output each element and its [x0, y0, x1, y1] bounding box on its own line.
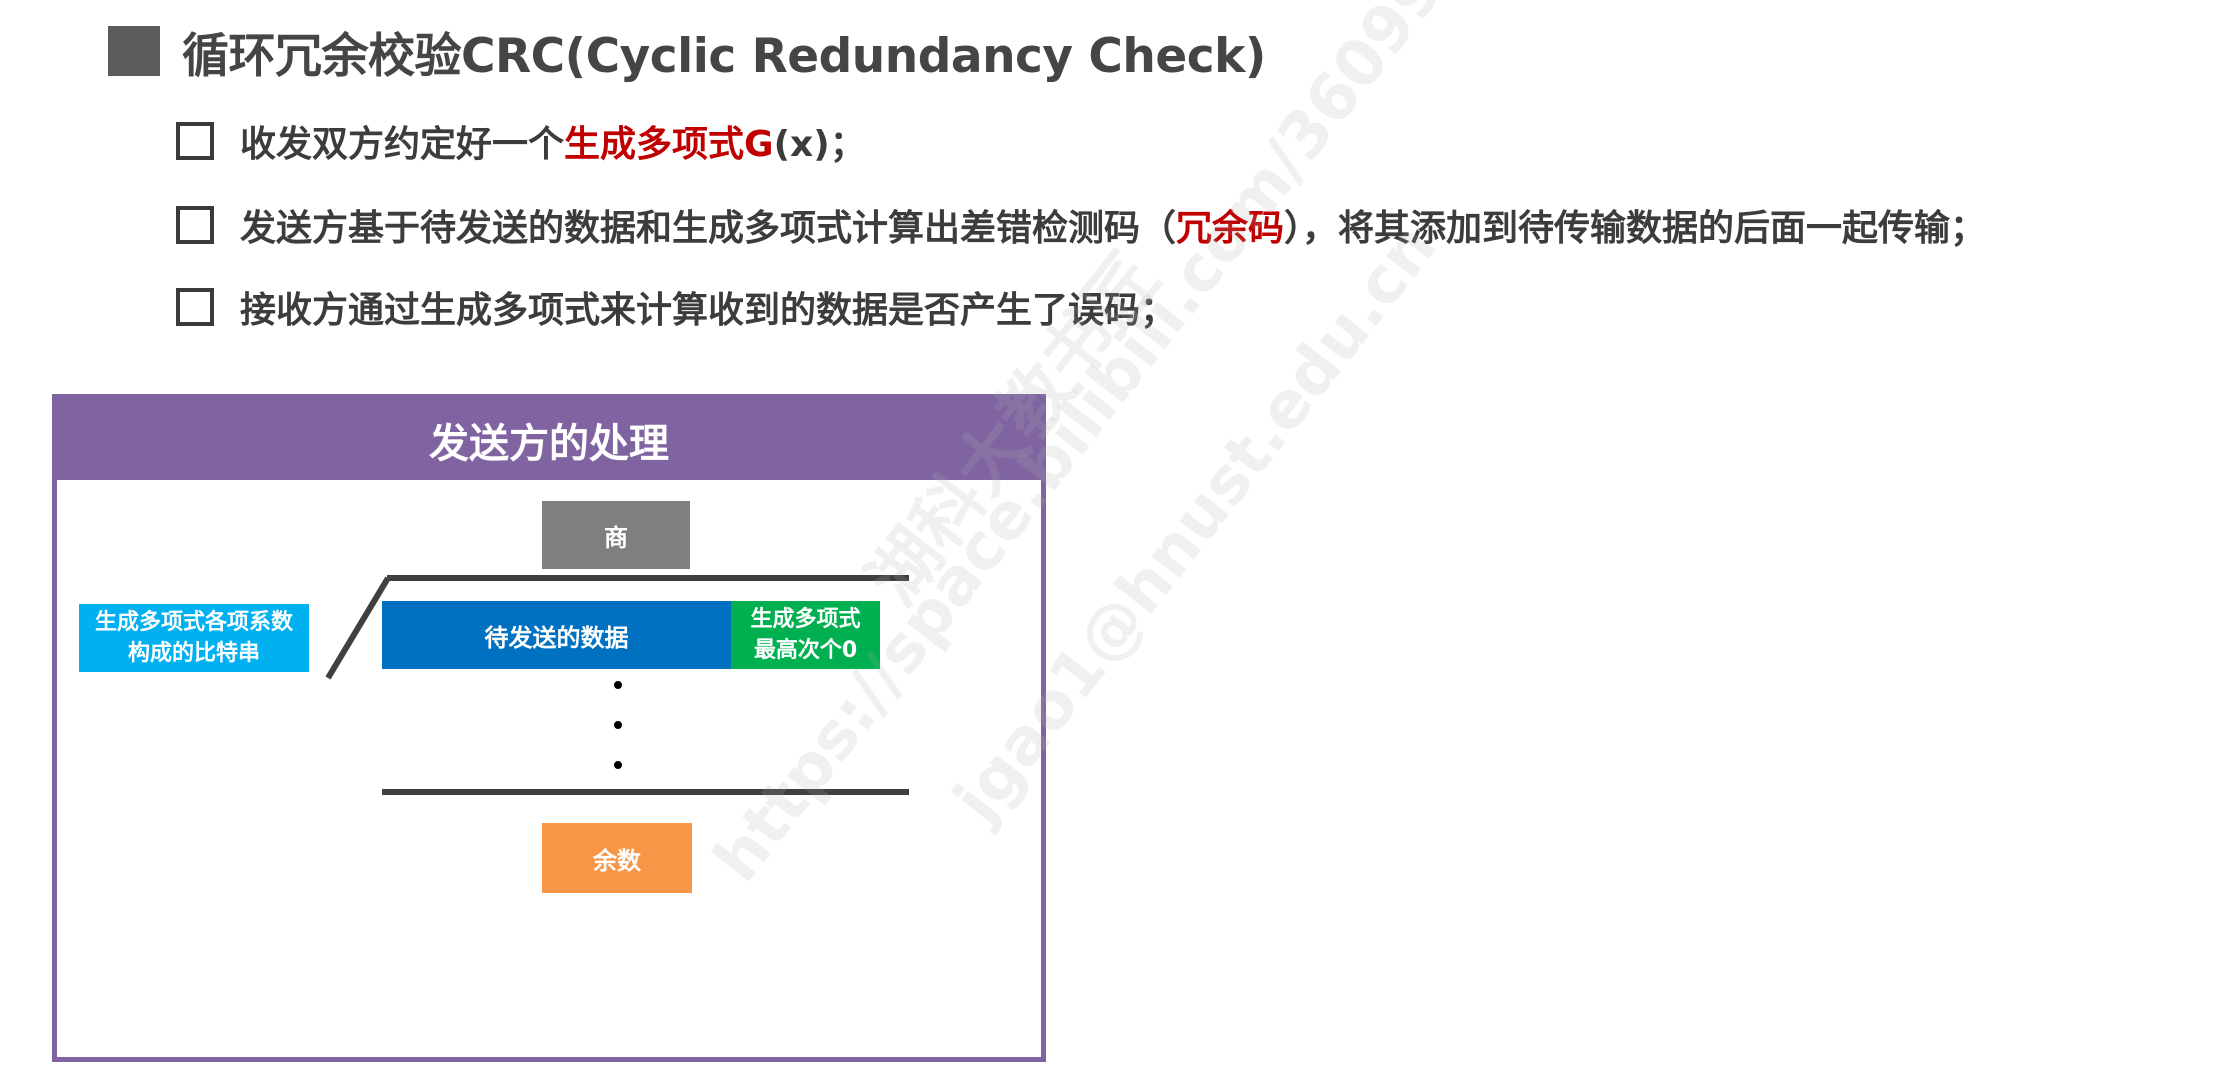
bullet-text-after: (x)；: [773, 124, 866, 165]
checkbox-square-icon: [176, 122, 214, 160]
checkbox-square-icon: [176, 288, 214, 326]
bullet-item-1: 收发双方约定好一个生成多项式G(x)；: [176, 113, 866, 169]
title-square-icon: [108, 26, 160, 76]
appended-zeros-line1: 生成多项式: [750, 607, 861, 632]
bullet-item-2: 发送方基于待发送的数据和生成多项式计算出差错检测码（冗余码），将其添加到待传输数…: [176, 197, 1986, 253]
generator-bits-label: 生成多项式各项系数 构成的比特串: [79, 604, 309, 672]
generator-bits-line2: 构成的比特串: [127, 641, 260, 666]
bullet-text-before: 发送方基于待发送的数据和生成多项式计算出差错检测码（: [240, 208, 1177, 249]
division-bracket-slant: [325, 576, 391, 680]
appended-zeros-line2: 最高次个0: [753, 638, 858, 663]
sender-processing-panel: 发送方的处理 商 待发送的数据 生成多项式 最高次个0 生成多项式各项系数 构成…: [52, 394, 1046, 1062]
ellipsis-dot: [614, 681, 622, 689]
checkbox-square-icon: [176, 206, 214, 244]
bullet-item-3: 接收方通过生成多项式来计算收到的数据是否产生了误码；: [176, 279, 1176, 335]
bullet-text: 收发双方约定好一个生成多项式G(x)；: [240, 115, 866, 167]
title-text: 循环冗余校验CRC(Cyclic Redundancy Check): [182, 28, 1266, 84]
bullet-text: 发送方基于待发送的数据和生成多项式计算出差错检测码（冗余码），将其添加到待传输数…: [240, 199, 1986, 251]
ellipsis-dot: [614, 721, 622, 729]
slide-title: 循环冗余校验CRC(Cyclic Redundancy Check): [108, 20, 1266, 84]
division-top-line: [387, 575, 909, 581]
remainder-box: 余数: [542, 823, 692, 893]
quotient-box: 商: [542, 501, 690, 569]
bullet-text-highlight: 生成多项式G: [564, 124, 774, 165]
appended-zeros-block: 生成多项式 最高次个0: [731, 601, 880, 669]
generator-bits-line1: 生成多项式各项系数: [94, 610, 293, 635]
bullet-text-highlight: 冗余码: [1176, 208, 1285, 249]
bullet-text-after: ），将其添加到待传输数据的后面一起传输；: [1284, 208, 1987, 249]
division-bottom-line: [382, 789, 909, 795]
division-slant-line: [325, 576, 391, 680]
bullet-text-before: 接收方通过生成多项式来计算收到的数据是否产生了误码；: [240, 290, 1177, 331]
data-block: 待发送的数据: [382, 601, 731, 669]
bullet-text: 接收方通过生成多项式来计算收到的数据是否产生了误码；: [240, 281, 1176, 333]
ellipsis-dot: [614, 761, 622, 769]
bullet-text-before: 收发双方约定好一个: [240, 124, 565, 165]
